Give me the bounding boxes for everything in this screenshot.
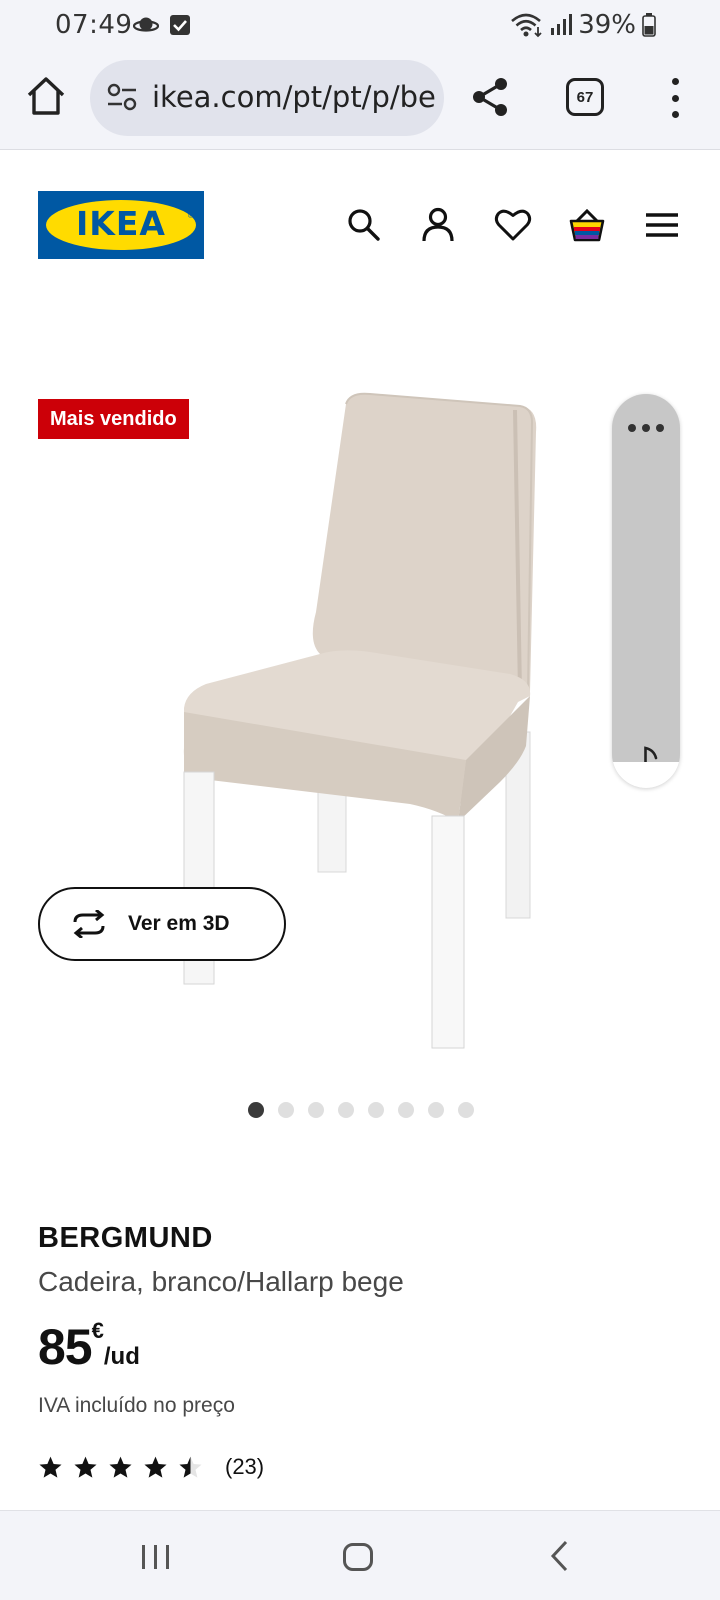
url-text[interactable]: ikea.com/pt/pt/p/ber: [152, 80, 436, 114]
product-image-chair[interactable]: [170, 392, 550, 1072]
product-rating[interactable]: (23): [38, 1454, 264, 1480]
address-bar[interactable]: ikea.com/pt/pt/p/ber: [90, 60, 444, 136]
review-count[interactable]: (23): [225, 1454, 264, 1480]
vat-note: IVA incluído no preço: [38, 1394, 235, 1417]
carousel-dot[interactable]: [368, 1102, 384, 1118]
more-options-icon[interactable]: [628, 424, 664, 432]
status-time: 07:49: [55, 10, 133, 40]
side-toolbar[interactable]: [612, 394, 680, 788]
image-carousel-dots[interactable]: [248, 1102, 474, 1118]
ikea-logo[interactable]: IKEA ®: [38, 191, 204, 259]
carousel-dot[interactable]: [248, 1102, 264, 1118]
system-navigation-bar: [0, 1510, 720, 1600]
checkbox-notification-icon: [170, 15, 190, 35]
rotate-3d-icon: [73, 910, 105, 938]
back-button[interactable]: [548, 1539, 572, 1573]
view-3d-button[interactable]: Ver em 3D: [38, 887, 286, 961]
home-icon[interactable]: [24, 74, 68, 118]
account-icon[interactable]: [419, 206, 457, 244]
battery-percentage: 39%: [578, 10, 636, 40]
rating-stars[interactable]: [38, 1455, 203, 1480]
search-icon[interactable]: [345, 206, 383, 244]
price-currency: €: [91, 1318, 104, 1343]
site-settings-icon[interactable]: [106, 82, 138, 112]
price-value: 85: [38, 1319, 93, 1375]
star-icon: [109, 1456, 132, 1478]
star-icon: [144, 1456, 167, 1478]
carousel-dot[interactable]: [338, 1102, 354, 1118]
view-3d-label: Ver em 3D: [128, 912, 230, 935]
wishlist-icon[interactable]: [494, 206, 532, 244]
star-icon: [74, 1456, 97, 1478]
bestseller-badge: Mais vendido: [38, 399, 189, 439]
signal-icon: [551, 14, 573, 35]
carousel-dot[interactable]: [398, 1102, 414, 1118]
product-description: Cadeira, branco/Hallarp bege: [38, 1266, 404, 1297]
browser-toolbar: ikea.com/pt/pt/p/ber 67: [0, 52, 720, 150]
battery-icon: [642, 13, 656, 37]
status-bar: 07:49 39%: [0, 0, 720, 52]
share-icon[interactable]: [470, 76, 510, 118]
price-unit: /ud: [103, 1343, 140, 1370]
carousel-dot[interactable]: [278, 1102, 294, 1118]
hamburger-menu-icon[interactable]: [643, 206, 681, 244]
carousel-dot[interactable]: [458, 1102, 474, 1118]
wifi-icon: [511, 13, 542, 38]
browser-menu-icon[interactable]: [664, 78, 686, 118]
star-icon: [39, 1456, 62, 1478]
planet-notification-icon: [133, 17, 159, 32]
carousel-dot[interactable]: [308, 1102, 324, 1118]
home-button[interactable]: [343, 1543, 373, 1571]
recent-apps-button[interactable]: [142, 1545, 169, 1569]
product-price: 85€/ud: [38, 1318, 140, 1376]
tab-switcher-button[interactable]: 67: [566, 78, 604, 116]
basket-icon[interactable]: [568, 206, 606, 244]
carousel-dot[interactable]: [428, 1102, 444, 1118]
product-name[interactable]: BERGMUND: [38, 1222, 213, 1255]
star-icon: [179, 1456, 202, 1478]
